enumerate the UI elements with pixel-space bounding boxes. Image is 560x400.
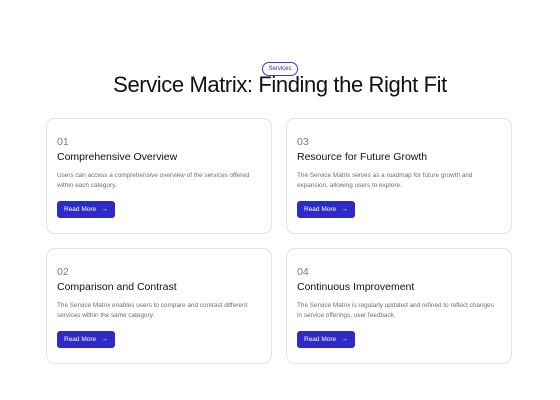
card-number: 01 <box>57 136 69 148</box>
service-card-continuous-improvement: 04 Continuous Improvement The Service Ma… <box>286 248 512 364</box>
read-more-button[interactable]: Read More → <box>297 331 356 348</box>
service-card-comprehensive-overview: 01 Comprehensive Overview Users can acce… <box>46 118 272 234</box>
card-description: The Service Matrix enables users to comp… <box>57 302 248 319</box>
card-title: Comprehensive Overview <box>57 151 178 163</box>
arrow-right-icon: → <box>101 336 109 343</box>
card-description: The Service Matrix is regularly updated … <box>297 302 494 319</box>
read-more-label: Read More <box>304 336 337 343</box>
read-more-label: Read More <box>304 206 337 213</box>
card-number: 04 <box>297 266 309 278</box>
card-description: The Service Matrix serves as a roadmap f… <box>297 172 473 189</box>
arrow-right-icon: → <box>341 206 349 213</box>
arrow-right-icon: → <box>341 336 349 343</box>
read-more-button[interactable]: Read More → <box>297 201 356 218</box>
read-more-button[interactable]: Read More → <box>57 201 116 218</box>
card-number: 02 <box>57 266 69 278</box>
card-title: Comparison and Contrast <box>57 281 177 293</box>
services-section: Services Service Matrix: Finding the Rig… <box>0 0 560 400</box>
read-more-label: Read More <box>64 336 97 343</box>
card-title: Resource for Future Growth <box>297 151 428 163</box>
service-card-resource-for-future-growth: 03 Resource for Future Growth The Servic… <box>286 118 512 234</box>
arrow-right-icon: → <box>101 206 109 213</box>
page-title: Service Matrix: Finding the Right Fit <box>113 72 447 97</box>
read-more-button[interactable]: Read More → <box>57 331 116 348</box>
card-title: Continuous Improvement <box>297 281 415 293</box>
card-number: 03 <box>297 136 309 148</box>
read-more-label: Read More <box>64 206 97 213</box>
card-description: Users can access a comprehensive overvie… <box>57 172 250 189</box>
service-card-comparison-and-contrast: 02 Comparison and Contrast The Service M… <box>46 248 272 364</box>
